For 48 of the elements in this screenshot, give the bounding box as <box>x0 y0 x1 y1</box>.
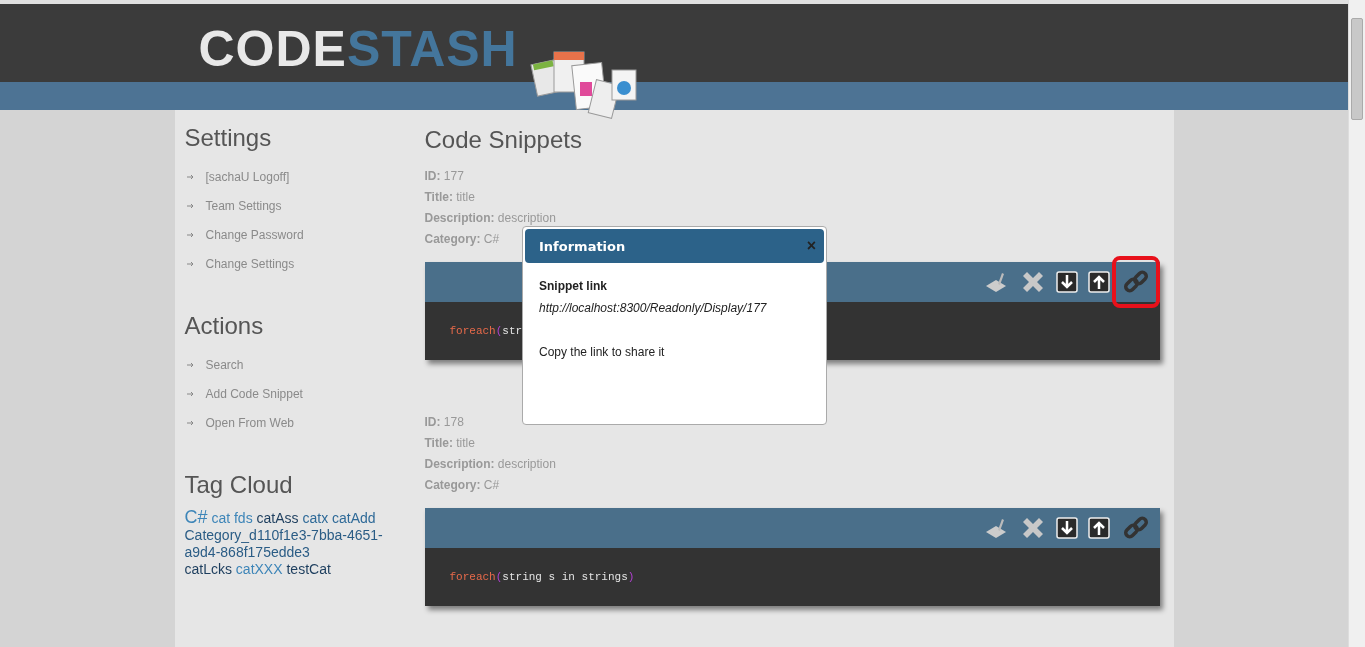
tag-link[interactable]: fds <box>234 510 253 527</box>
snippet-field: Description: description <box>424 208 556 229</box>
sidebar-link[interactable]: Change Settings <box>205 256 295 271</box>
download-icon[interactable] <box>1055 517 1078 539</box>
scrollbar-thumb[interactable] <box>1351 18 1363 120</box>
section-heading: Actions <box>184 312 265 340</box>
snippet-field: Description: description <box>424 454 556 475</box>
tag-link[interactable]: catAdd <box>332 510 376 527</box>
tag-link[interactable]: Category_d110f1e3-7bba-4651-a9d4-868f175edde3 <box>184 527 417 561</box>
sidebar-link[interactable]: Open From Web <box>205 415 294 430</box>
arrow-icon <box>186 390 194 397</box>
snippet-field: Title: title <box>424 187 475 208</box>
upload-icon[interactable] <box>1087 517 1110 539</box>
tag-link[interactable]: C# <box>184 509 208 526</box>
section-heading: Tag Cloud <box>184 471 294 499</box>
arrow-icon <box>186 173 194 180</box>
tag-link[interactable]: catAss <box>256 510 299 527</box>
sidebar-link[interactable]: Search <box>205 357 244 372</box>
dialog-message: Copy the link to share it <box>539 345 666 359</box>
dialog-heading: Snippet link <box>539 279 608 293</box>
code-block: foreach(string s in strings) <box>424 548 1160 606</box>
tag-link[interactable]: cat <box>211 510 231 527</box>
snippet-field: Title: title <box>424 433 475 454</box>
sidebar-link[interactable]: Change Password <box>205 227 304 242</box>
tag-link[interactable]: catXXX <box>235 561 283 578</box>
sidebar-link[interactable]: [sachaU Logoff] <box>205 169 290 184</box>
snippet-field: Category: C# <box>424 229 500 250</box>
arrow-icon <box>186 260 194 267</box>
snippet-field: ID: 177 <box>424 166 464 187</box>
section-heading: Settings <box>184 124 273 152</box>
page-title: Code Snippets <box>424 126 583 154</box>
arrow-icon <box>186 419 194 426</box>
scrollbar[interactable] <box>1348 0 1365 647</box>
logo-text[interactable]: CODESTASH <box>198 24 518 74</box>
upload-icon[interactable] <box>1087 271 1110 293</box>
arrow-icon <box>186 361 194 368</box>
sidebar-link[interactable]: Add Code Snippet <box>205 386 303 401</box>
dialog-title: Information <box>539 238 626 254</box>
tag-link[interactable]: testCat <box>286 561 331 578</box>
tag-link[interactable]: catLcks <box>184 561 232 578</box>
close-button[interactable]: × <box>804 237 818 255</box>
arrow-icon <box>186 202 194 209</box>
snippet-field: Category: C# <box>424 475 500 496</box>
tag-link[interactable]: catx <box>302 510 329 527</box>
arrow-icon <box>186 231 194 238</box>
snippet-field: ID: 178 <box>424 412 464 433</box>
download-icon[interactable] <box>1055 271 1078 293</box>
sidebar-link[interactable]: Team Settings <box>205 198 282 213</box>
